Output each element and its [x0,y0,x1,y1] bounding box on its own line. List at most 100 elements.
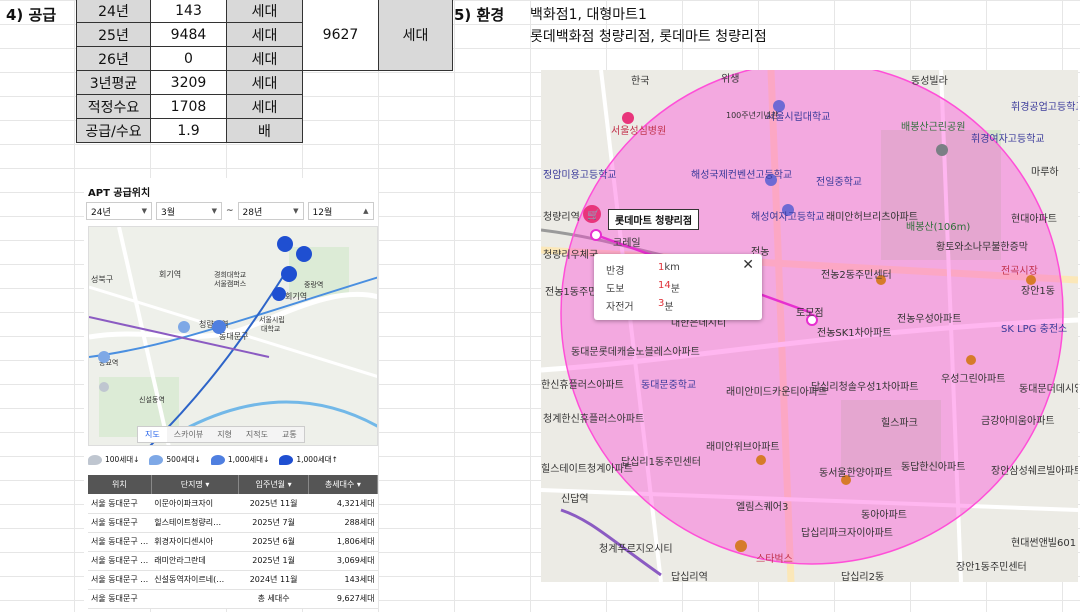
map-label: 동답한신아파트 [901,461,965,473]
supply-unit: 세대 [226,46,303,71]
map-label: 스타벅스 [756,553,793,565]
map-label: 힐스파크 [881,416,918,429]
map-label: 전농SK1차아파트 [817,327,891,339]
map-label: 서울성심병원 [611,125,666,137]
from-year-select[interactable]: 24년 ▼ [86,202,152,220]
table-row[interactable]: 서울 동대문구 … 휘경자이디센시아 2025년 6월 1,806세대 [88,532,378,552]
map-label: 현대썬앤빌601 [1011,537,1076,549]
map-legend: 100세대↓ 500세대↓ 1,000세대↓ 1,000세대↑ [88,454,338,465]
col-header-location[interactable]: 위치 [88,475,152,494]
apt-list-table: 위치 단지명 ▾ 입주년월 ▾ 총세대수 ▾ 서울 동대문구 이문아이파크자이 … [88,475,379,609]
map-label: 청량리역 [543,211,580,223]
to-year-value: 28년 [242,207,263,218]
map-tab-map[interactable]: 지도 [138,427,167,442]
map-label: 신답역 [561,493,589,505]
map-label: 답십리파크자이아파트 [801,527,893,539]
supply-label: 26년 [76,46,151,71]
supply-value: 1708 [150,94,227,119]
bubble-icon [88,454,102,465]
svg-text:동대문구: 동대문구 [219,332,248,341]
map-label: 장안1동주민센터 [956,561,1027,573]
cell-date: 2025년 11월 [238,494,309,514]
legend-item: 1,000세대↑ [279,454,338,465]
cell-units: 288세대 [308,513,378,533]
map-label: 전농2동주민센터 [821,269,892,281]
map-label: 청계한신휴플러스아파트 [543,413,644,425]
svg-text:대학교: 대학교 [261,324,281,333]
map-label: 해성국제컨벤션고등학교 [691,168,792,181]
table-row[interactable]: 서울 동대문구 … 래미안라그란데 2025년 1월 3,069세대 [88,551,378,571]
cell-location: 서울 동대문구 … [88,570,152,590]
map-label: 전곡시장 [1001,265,1038,277]
supply-label: 공급/수요 [76,118,151,143]
map-tab-cadastral[interactable]: 지적도 [239,427,275,442]
col-header-complex[interactable]: 단지명 ▾ [151,475,240,494]
map-label: 답십리2동 [841,571,884,582]
map-label: 위생 [721,72,739,85]
supply-table: 24년 143 세대 9627 세대 25년 9484 세대 26년 0 세대 … [76,0,453,143]
environment-line-1: 백화점1, 대형마트1 [530,7,647,23]
table-row[interactable]: 서울 동대문구 이문아이파크자이 2025년 11월 4,321세대 [88,494,378,514]
table-total-row: 서울 동대문구 총 세대수 9,627세대 [88,589,378,609]
map-label: 전일중학교 [816,176,862,188]
map-label: 엘림스퀘어3 [736,500,788,513]
table-row[interactable]: 서울 동대문구 … 신설동역자이르네(… 2024년 11월 143세대 [88,570,378,590]
chevron-down-icon: ▼ [293,207,299,215]
supply-value: 0 [150,46,227,71]
map-label: 장안삼성쉐르빌아파트 [991,465,1078,477]
to-month-select[interactable]: 12월 ▲ [307,202,374,220]
store-label[interactable]: 롯데마트 청량리점 [608,209,700,230]
bubble-icon [279,454,294,465]
supply-unit: 배 [226,118,303,143]
environment-section-title: 5) 환경 [454,6,505,24]
map-label: 한신휴플러스아파트 [541,379,624,391]
cell-units: 143세대 [308,570,378,590]
map-label: 토모점 [796,307,824,319]
svg-text:중랑역: 중랑역 [304,280,323,289]
radius-unit: km [664,262,680,273]
table-row[interactable]: 서울 동대문구 힐스테이트청량리… 2025년 7월 288세대 [88,513,378,533]
legend-item: 100세대↓ [88,454,139,465]
walk-unit: 분 [670,284,680,295]
cell-location: 서울 동대문구 [88,494,152,514]
cell-date: 2025년 7월 [238,513,309,533]
map-label: 우성그린아파트 [941,373,1005,385]
chevron-down-icon: ▼ [141,207,147,215]
bubble-icon [210,454,225,465]
svg-text:서울캠퍼스: 서울캠퍼스 [214,279,247,288]
map-tab-traffic[interactable]: 교통 [275,427,304,442]
svg-text:경희대학교: 경희대학교 [214,270,247,279]
map-label: 래미안위브아파트 [706,440,780,453]
distance-popup: 반경 1 km 도보 14 분 자전거 3 분 ✕ [594,254,762,320]
cell-complex: 힐스테이트청량리… [151,513,239,533]
map-label: 100주년기념관 [726,110,779,120]
map-label: 장안1동 [1021,285,1055,297]
cell-location: 서울 동대문구 … [88,551,152,571]
to-year-select[interactable]: 28년 ▼ [237,202,304,220]
map-label: 휘경공업고등학교 [1011,100,1078,113]
chevron-down-icon: ▼ [211,207,217,215]
supply-value: 9484 [150,22,227,47]
mini-map-label: 회기역 [159,269,181,279]
supply-total-unit: 세대 [378,0,453,71]
map-label: 한국 [631,75,649,87]
cell-units: 1,806세대 [308,532,378,552]
col-header-move-in[interactable]: 입주년월 ▾ [238,475,309,494]
map-label: 해성여자고등학교 [751,210,825,223]
map-label: 청량리우체국 [543,249,598,261]
map-tab-skyview[interactable]: 스카이뷰 [167,427,210,442]
from-year-value: 24년 [91,207,111,218]
walk-row: 도보 14 분 [606,280,680,295]
radius-map-canvas: 🛒 동성빌라 서울시립대학교 100주년기념관 배봉산근린공원 휘경여자고등학교… [541,70,1078,582]
cell-location: 서울 동대문구 [88,589,152,609]
total-units: 9,627세대 [308,589,378,609]
close-icon[interactable]: ✕ [742,257,754,273]
mini-map-canvas: 회기역 회기역 청량리역 동대문구 성북구 경희대학교 서울캠퍼스 서울시립 대… [89,227,377,445]
radius-map[interactable]: 🛒 동성빌라 서울시립대학교 100주년기념관 배봉산근린공원 휘경여자고등학교… [541,70,1078,582]
map-tab-terrain[interactable]: 지형 [210,427,239,442]
supply-unit: 세대 [226,94,303,119]
from-month-select[interactable]: 3월 ▼ [156,202,222,220]
date-filters: 24년 ▼ 3월 ▼ ~ 28년 ▼ 12월 ▲ [86,202,374,220]
apt-mini-map[interactable]: 회기역 회기역 청량리역 동대문구 성북구 경희대학교 서울캠퍼스 서울시립 대… [88,226,378,446]
col-header-units[interactable]: 총세대수 ▾ [308,475,379,494]
